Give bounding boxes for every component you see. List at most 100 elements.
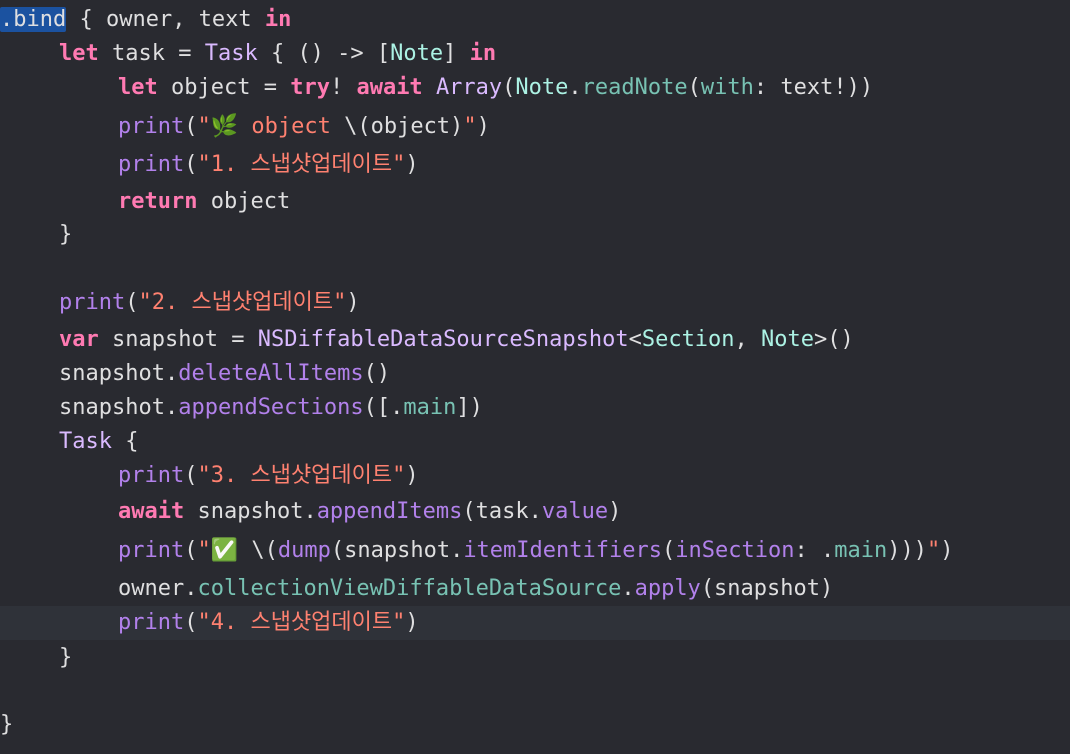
code-token: { () -> [ (257, 41, 391, 66)
code-token: ]) (456, 395, 483, 420)
code-line-content: } (0, 708, 13, 742)
code-token: ([. (363, 395, 404, 420)
code-line[interactable]: .bind { owner, text in (0, 3, 1070, 37)
code-line-content: print("✅ \(dump(snapshot.itemIdentifiers… (118, 534, 953, 568)
code-token: (snapshot) (700, 576, 834, 601)
code-line-content: return object (118, 185, 290, 219)
code-token: ) (405, 152, 419, 177)
code-token: print (59, 290, 126, 315)
code-token: with (700, 75, 754, 100)
code-token: . (568, 75, 582, 100)
code-token: main (834, 538, 888, 563)
code-token: . (621, 576, 635, 601)
code-token: "3. 스냅샷업데이트" (197, 463, 406, 488)
code-token: snapshot. (59, 361, 179, 386)
code-line[interactable]: print("✅ \(dump(snapshot.itemIdentifiers… (0, 534, 1070, 568)
code-token: await (356, 75, 423, 100)
code-line-content: print("🌿 object \(object)") (118, 110, 490, 144)
code-token: "🌿 object (197, 114, 345, 139)
code-line[interactable]: print("🌿 object \(object)") (0, 110, 1070, 144)
code-token: } (59, 222, 73, 247)
code-line[interactable]: } (0, 641, 1070, 675)
code-token: NSDiffableDataSourceSnapshot (257, 327, 629, 352)
code-line[interactable]: snapshot.deleteAllItems() (0, 357, 1070, 391)
code-line[interactable]: } (0, 218, 1070, 252)
code-token: "✅ (197, 538, 252, 563)
code-line-content: snapshot.appendSections([.main]) (59, 391, 483, 425)
code-token: in (469, 41, 497, 66)
code-token: ) (346, 290, 360, 315)
code-line-content: let object = try! await Array(Note.readN… (118, 71, 873, 105)
code-line[interactable]: Task { (0, 425, 1070, 459)
code-line[interactable]: owner.collectionViewDiffableDataSource.a… (0, 572, 1070, 606)
code-line[interactable]: await snapshot.appendItems(task.value) (0, 495, 1070, 529)
code-token: \( (251, 538, 278, 563)
code-token: print (118, 152, 185, 177)
code-line[interactable]: let task = Task { () -> [Note] in (0, 37, 1070, 71)
code-line-content: .bind { owner, text in (0, 3, 291, 37)
code-token: \(object) (344, 114, 464, 139)
code-token: { owner, text (66, 7, 265, 32)
code-line-content: } (59, 641, 72, 675)
code-line-content: await snapshot.appendItems(task.value) (118, 495, 621, 529)
code-token: await (118, 499, 185, 524)
code-token: Note (390, 41, 444, 66)
code-line-content: print("3. 스냅샷업데이트") (118, 459, 419, 493)
code-token: Section (641, 327, 735, 352)
selected-text: .bind (0, 7, 67, 32)
code-token: appendItems (316, 499, 463, 524)
code-line[interactable]: return object (0, 185, 1070, 219)
code-token: ) (405, 463, 419, 488)
code-token: ( (184, 610, 198, 635)
code-token: let (118, 75, 158, 100)
code-token: collectionViewDiffableDataSource (197, 576, 622, 601)
code-token: try (290, 75, 330, 100)
code-token: " (926, 538, 941, 563)
code-line[interactable]: print("2. 스냅샷업데이트") (0, 286, 1070, 320)
code-token: print (118, 538, 185, 563)
code-token: snapshot. (184, 499, 317, 524)
code-token: ) (405, 610, 419, 635)
code-token: let (59, 41, 99, 66)
code-line-content: print("4. 스냅샷업데이트") (118, 606, 419, 640)
code-token: ( (184, 463, 198, 488)
code-token: ))) (887, 538, 927, 563)
code-line[interactable]: let object = try! await Array(Note.readN… (0, 71, 1070, 105)
code-token: appendSections (178, 395, 364, 420)
code-token: { (111, 429, 139, 454)
code-token: itemIdentifiers (463, 538, 662, 563)
code-line-content: snapshot.deleteAllItems() (59, 357, 390, 391)
code-token: object (197, 189, 291, 214)
code-token: " (463, 114, 477, 139)
code-token: "1. 스냅샷업데이트" (197, 152, 406, 177)
code-line-content: Task { (59, 425, 138, 459)
code-token: var (59, 327, 99, 352)
code-token: snapshot. (59, 395, 179, 420)
code-token: < (628, 327, 642, 352)
code-token: ( (662, 538, 676, 563)
code-line[interactable]: snapshot.appendSections([.main]) (0, 391, 1070, 425)
code-token: ( (125, 290, 139, 315)
code-line[interactable]: print("3. 스냅샷업데이트") (0, 459, 1070, 493)
code-line[interactable]: print("1. 스냅샷업데이트") (0, 148, 1070, 182)
code-token: ( (184, 114, 198, 139)
code-line-current[interactable]: print("4. 스냅샷업데이트") (0, 606, 1070, 640)
code-token: Task (204, 41, 258, 66)
code-token: ) (476, 114, 490, 139)
code-line[interactable] (0, 252, 1070, 286)
code-line[interactable]: } (0, 708, 1070, 742)
code-token: : . (794, 538, 835, 563)
code-line[interactable]: var snapshot = NSDiffableDataSourceSnaps… (0, 323, 1070, 357)
code-token: "4. 스냅샷업데이트" (197, 610, 406, 635)
code-token: } (59, 645, 73, 670)
code-token: ) (940, 538, 954, 563)
code-line-content: owner.collectionViewDiffableDataSource.a… (118, 572, 833, 606)
code-line[interactable] (0, 675, 1070, 709)
code-token: readNote (581, 75, 688, 100)
code-line-content: print("2. 스냅샷업데이트") (59, 286, 360, 320)
code-editor[interactable]: .bind { owner, text in let task = Task { … (0, 0, 1070, 754)
code-token: , (734, 327, 762, 352)
code-token: Array (435, 75, 503, 100)
code-token: ( (184, 152, 198, 177)
code-token: () (363, 361, 391, 386)
